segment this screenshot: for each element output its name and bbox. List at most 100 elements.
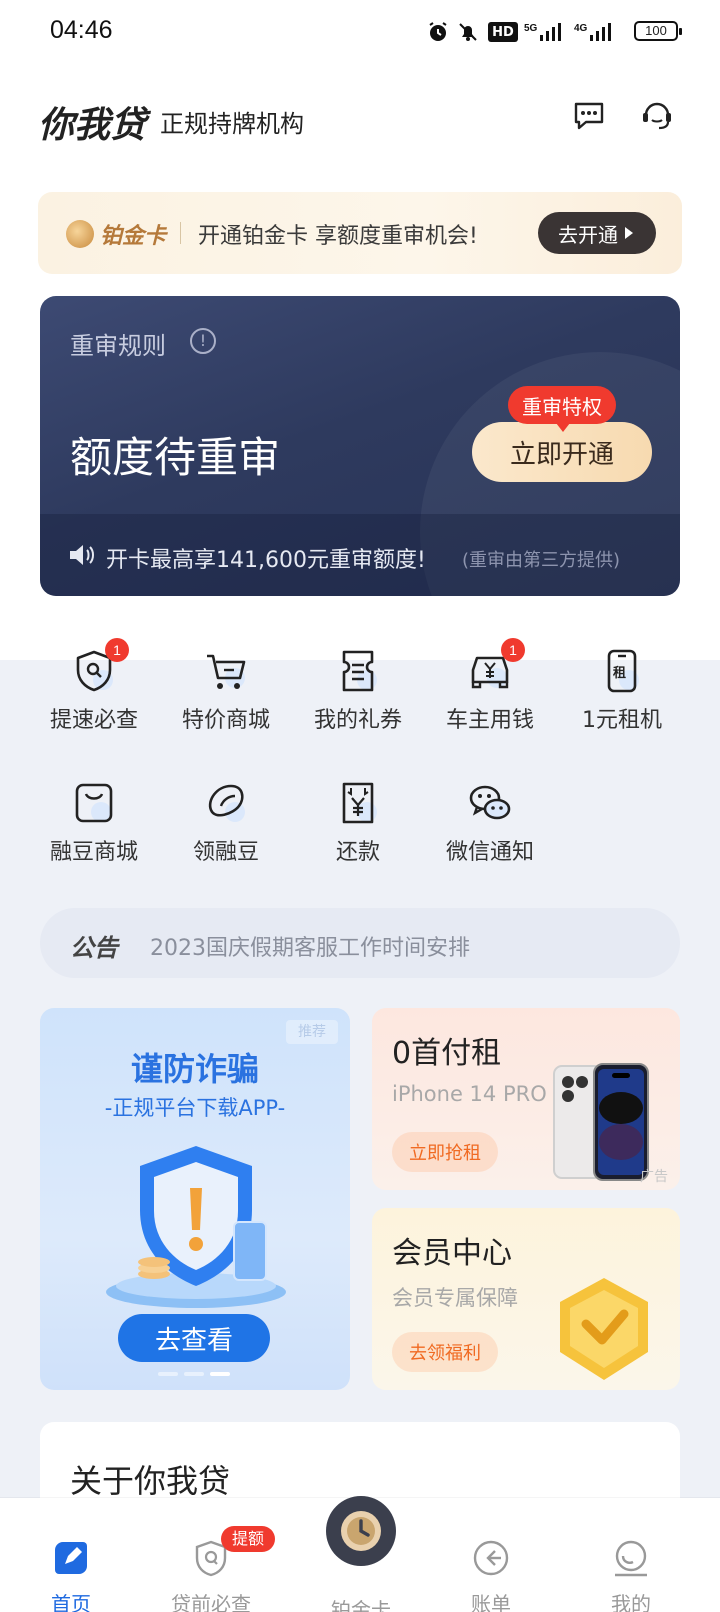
shield-search-icon: 1 bbox=[71, 638, 129, 694]
grid-item-car-owner-loan[interactable]: 1 车主用钱 bbox=[426, 638, 554, 734]
message-icon[interactable] bbox=[572, 98, 606, 132]
hd-icon: HD bbox=[488, 22, 518, 42]
carousel-dot-active bbox=[210, 1372, 230, 1376]
about-title: 关于你我贷 bbox=[70, 1462, 231, 1500]
gold-badge-icon bbox=[560, 1278, 648, 1380]
cart-icon bbox=[203, 648, 249, 694]
anti-fraud-banner[interactable]: 推荐 谨防诈骗 -正规平台下载APP- 去查看 bbox=[40, 1008, 350, 1390]
promo-text: 开卡最高享141,600元重审额度! bbox=[106, 548, 426, 573]
info-icon[interactable]: ! bbox=[190, 328, 216, 354]
carousel-dot bbox=[158, 1372, 178, 1376]
open-platinum-button[interactable]: 去开通 bbox=[538, 212, 656, 254]
rent-title: 0首付租 bbox=[392, 1036, 502, 1071]
customer-service-icon[interactable] bbox=[640, 98, 674, 132]
tab-mine[interactable]: 我的 bbox=[576, 1538, 686, 1612]
shield-illustration-icon bbox=[106, 1146, 286, 1308]
tab-pre-loan-check[interactable]: 提额 贷前必查 bbox=[156, 1526, 275, 1612]
tab-platinum-card[interactable]: 铂金卡 bbox=[306, 1594, 416, 1612]
tab-home[interactable]: 首页 bbox=[16, 1538, 126, 1612]
platinum-banner[interactable]: 铂金卡 开通铂金卡 享额度重审机会! 去开通 bbox=[38, 192, 682, 274]
grid-item-special-mall[interactable]: 特价商城 bbox=[162, 648, 290, 734]
platinum-logo-icon bbox=[66, 220, 94, 248]
status-time: 04:46 bbox=[50, 16, 113, 44]
coupon-icon bbox=[335, 648, 381, 694]
play-arrow-icon bbox=[625, 227, 633, 239]
review-promo-bar: 开卡最高享141,600元重审额度! (重审由第三方提供) bbox=[40, 514, 680, 596]
grid-badge: 1 bbox=[501, 638, 525, 662]
grid-item-bean-mall[interactable]: 融豆商城 bbox=[30, 780, 158, 866]
carousel-indicator bbox=[158, 1372, 232, 1376]
grid-item-wechat-notify[interactable]: 微信通知 bbox=[426, 780, 554, 866]
svg-text:租: 租 bbox=[613, 666, 626, 681]
vip-title: 会员中心 bbox=[392, 1236, 512, 1271]
notice-bar[interactable]: 公告 2023国庆假期客服工作时间安排 bbox=[40, 908, 680, 978]
svg-text:5G: 5G bbox=[524, 23, 538, 34]
grid-label: 提速必查 bbox=[49, 708, 138, 733]
member-center-card[interactable]: 会员中心 会员专属保障 去领福利 bbox=[372, 1208, 680, 1390]
review-card: 重审规则 ! 额度待重审 立即开通 重审特权 开卡最高享141,600元重审额度… bbox=[40, 296, 680, 596]
brand-subtitle: 正规持牌机构 bbox=[160, 110, 304, 138]
divider bbox=[180, 222, 181, 244]
get-benefits-button[interactable]: 去领福利 bbox=[392, 1332, 498, 1372]
tab-bill[interactable]: 账单 bbox=[436, 1538, 546, 1612]
grid-label: 微信通知 bbox=[445, 840, 534, 865]
mute-bell-icon bbox=[456, 20, 480, 44]
grid-label: 我的礼券 bbox=[313, 708, 402, 733]
open-platinum-label: 去开通 bbox=[558, 222, 618, 247]
review-rule-link[interactable]: 重审规则 bbox=[70, 326, 166, 361]
home-icon bbox=[51, 1538, 91, 1578]
grid-label: 车主用钱 bbox=[445, 708, 534, 733]
grid-item-speed-check[interactable]: 1 提速必查 bbox=[30, 638, 158, 734]
third-party-note: (重审由第三方提供) bbox=[462, 550, 621, 571]
grid-label: 1元租机 bbox=[582, 708, 662, 733]
fraud-title: 谨防诈骗 bbox=[130, 1050, 259, 1088]
tab-label: 首页 bbox=[51, 1592, 91, 1612]
profile-icon bbox=[611, 1538, 651, 1578]
ad-tag: 广告 bbox=[640, 1169, 668, 1185]
svg-text:4G: 4G bbox=[574, 23, 588, 34]
grid-label: 特价商城 bbox=[181, 708, 270, 733]
bean-icon bbox=[203, 780, 249, 826]
rent-now-button[interactable]: 立即抢租 bbox=[392, 1132, 498, 1172]
brand-logo: 你我贷 bbox=[38, 105, 147, 146]
grid-label: 还款 bbox=[335, 840, 380, 865]
tab-label: 账单 bbox=[471, 1592, 511, 1612]
platinum-text: 开通铂金卡 享额度重审机会! bbox=[198, 224, 478, 249]
rent-subtitle: iPhone 14 PRO bbox=[392, 1082, 547, 1106]
battery-indicator: 100 bbox=[634, 21, 682, 41]
notice-tag: 公告 bbox=[70, 934, 118, 962]
fraud-subtitle: -正规平台下载APP- bbox=[104, 1096, 286, 1120]
grid-label: 融豆商城 bbox=[49, 840, 138, 865]
status-bar: 04:46 HD 5G 4G 100 bbox=[0, 0, 720, 64]
signal-4g-icon: 4G bbox=[574, 20, 614, 44]
carousel-dot bbox=[184, 1372, 204, 1376]
vip-subtitle: 会员专属保障 bbox=[392, 1286, 518, 1310]
repay-icon bbox=[335, 780, 381, 826]
grid-item-get-beans[interactable]: 领融豆 bbox=[162, 780, 290, 866]
phone-rent-icon: 租 bbox=[599, 648, 645, 694]
tab-label: 我的 bbox=[611, 1592, 651, 1612]
platinum-card-icon[interactable] bbox=[326, 1496, 396, 1566]
car-yen-icon: 1 bbox=[467, 638, 525, 694]
grid-item-repay[interactable]: 还款 bbox=[294, 780, 422, 866]
notice-text: 2023国庆假期客服工作时间安排 bbox=[150, 936, 470, 961]
iphone-image-icon bbox=[553, 1063, 649, 1181]
review-title: 额度待重审 bbox=[70, 433, 281, 482]
shield-check-icon: 提额 bbox=[191, 1526, 275, 1578]
platinum-name: 铂金卡 bbox=[100, 224, 167, 249]
grid-item-phone-rent[interactable]: 租 1元租机 bbox=[558, 648, 686, 734]
speaker-icon bbox=[70, 545, 94, 565]
alarm-icon bbox=[426, 20, 450, 44]
tab-badge: 提额 bbox=[221, 1526, 275, 1552]
wechat-icon bbox=[467, 780, 513, 826]
recommend-tag: 推荐 bbox=[286, 1020, 338, 1044]
tab-label: 贷前必查 bbox=[171, 1592, 251, 1612]
grid-label: 领融豆 bbox=[192, 840, 259, 865]
go-check-button[interactable]: 去查看 bbox=[118, 1314, 270, 1362]
privilege-badge: 重审特权 bbox=[508, 386, 616, 432]
grid-item-coupons[interactable]: 我的礼券 bbox=[294, 648, 422, 734]
phone-rent-card[interactable]: 0首付租 iPhone 14 PRO 立即抢租 广告 bbox=[372, 1008, 680, 1190]
grid-badge: 1 bbox=[105, 638, 129, 662]
bill-icon bbox=[471, 1538, 511, 1578]
signal-5g-icon: 5G bbox=[524, 20, 564, 44]
